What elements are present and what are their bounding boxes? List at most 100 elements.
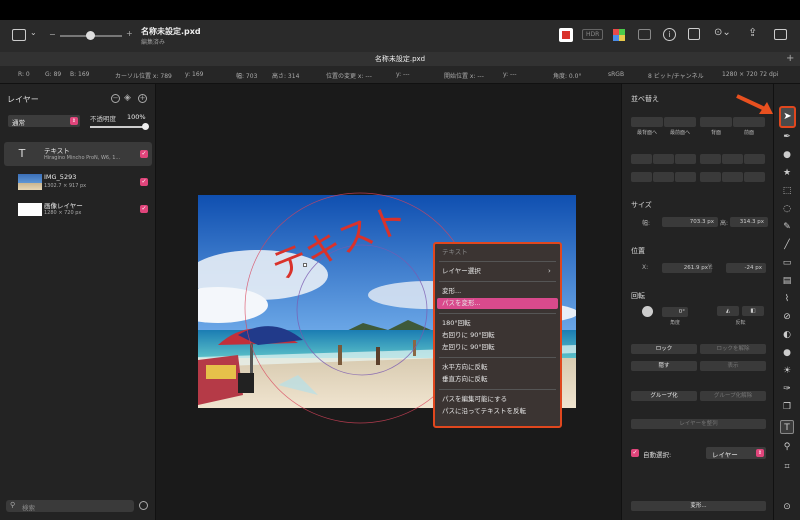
export-icon[interactable] [688,28,700,40]
distribute-6-button[interactable] [744,172,765,182]
height-field[interactable]: 314.3 px [730,217,768,227]
menu-item-select-layer[interactable]: レイヤー選択 [437,266,558,277]
distribute-5-button[interactable] [722,172,743,182]
zoom-slider[interactable] [60,31,122,40]
filter-icon[interactable] [139,501,148,510]
info-icon[interactable]: i [663,28,676,41]
sidebar-toggle-icon[interactable] [12,29,26,41]
opacity-slider[interactable] [90,123,149,130]
layer-row-text[interactable]: T テキスト Hiragino Mincho ProN, W6, 1... ✓ [4,142,152,166]
align-center-v-button[interactable] [722,154,743,164]
align-right-button[interactable] [675,154,696,164]
select-arrows-icon: ⇕ [70,117,78,125]
rotation-dial[interactable] [642,306,653,317]
color-grid-icon[interactable] [613,29,625,41]
distribute-4-button[interactable] [700,172,721,182]
distribute-2-button[interactable] [653,172,674,182]
flip-horizontal-button[interactable]: ◭ [717,306,739,316]
auto-select-dropdown[interactable]: レイヤー ⇕ [706,447,766,459]
more-tools-icon[interactable]: ⊙ [780,500,794,514]
brush-tool-icon[interactable]: ✎ [780,220,794,234]
text-tool-icon[interactable]: T [780,420,794,434]
layers-tool-icon[interactable]: ❐ [780,400,794,414]
search-icon: ⚲ [10,501,16,509]
remove-layer-icon[interactable]: − [111,94,120,103]
lock-button[interactable]: ロック [631,344,697,354]
y-field[interactable]: -24 px [726,263,766,273]
bandage-tool-icon[interactable]: ⊘ [780,310,794,324]
blur-tool-icon[interactable]: ● [780,346,794,360]
sun-tool-icon[interactable]: ☀ [780,364,794,378]
menu-item-rotate-ccw[interactable]: 左回りに 90°回転 [437,342,558,353]
x-field[interactable]: 261.9 px [662,263,712,273]
width-field[interactable]: 703.3 px [662,217,718,227]
crop-tool-icon[interactable]: ⌗ [780,460,794,474]
bring-to-front-button[interactable] [664,117,696,127]
align-layers-button[interactable]: レイヤーを整列 [631,419,766,429]
distribute-1-button[interactable] [631,172,652,182]
angle-field[interactable]: 0° [662,307,688,317]
show-button[interactable]: 表示 [700,361,766,371]
auto-select-checkbox[interactable]: ✓ [631,449,639,457]
align-top-button[interactable] [700,154,721,164]
menu-item-reverse-text-on-path[interactable]: パスに沿ってテキストを反転 [437,406,558,417]
send-to-back-button[interactable] [631,117,663,127]
new-tab-button[interactable]: + [786,53,794,65]
hide-button[interactable]: 隠す [631,361,697,371]
align-center-h-button[interactable] [653,154,674,164]
lasso-tool-icon[interactable]: ◌ [780,202,794,216]
chevron-down-icon[interactable]: ⌄ [30,28,37,37]
shape-tool-icon[interactable]: ● [780,148,794,162]
layer-row-image[interactable]: IMG_5293 1302.7 × 917 px ✓ [4,170,152,194]
gradient-tool-icon[interactable]: ▤ [780,274,794,288]
info-cursor-y: y: 169 [185,71,204,78]
document-tab[interactable]: 名称未設定.pxd [0,52,800,66]
star-tool-icon[interactable]: ★ [780,166,794,180]
menu-item-flip-horizontal[interactable]: 水平方向に反転 [437,362,558,373]
unlock-button[interactable]: ロックを解除 [700,344,766,354]
hdr-button[interactable]: HDR [582,29,604,40]
add-layer-icon[interactable]: + [138,94,147,103]
menu-item-rotate-180[interactable]: 180°回転 [437,318,558,329]
zoom-slider-knob[interactable] [86,31,95,40]
align-left-button[interactable] [631,154,652,164]
ungroup-button[interactable]: グループ化解除 [700,391,766,401]
menu-item-transform[interactable]: 変形... [437,286,558,297]
menu-item-flip-vertical[interactable]: 垂直方向に反転 [437,374,558,385]
send-backward-button[interactable] [700,117,732,127]
image-icon[interactable] [638,29,651,40]
zoom-in-icon[interactable]: + [126,29,133,38]
clone-tool-icon[interactable]: ⌇ [780,292,794,306]
inspector-toggle-icon[interactable] [774,29,787,40]
selection-tool-icon[interactable]: ⬚ [780,184,794,198]
layer-search-field[interactable]: ⚲ 検索 [6,500,134,512]
blend-mode-select[interactable]: 通常 ⇕ [8,115,80,127]
menu-item-transform-path[interactable]: パスを変形... [437,298,558,309]
pencil-tool-icon[interactable]: ╱ [780,238,794,252]
layers-stack-icon[interactable]: ◈ [124,93,131,103]
layer-visibility-checkbox[interactable]: ✓ [140,178,148,186]
layer-visibility-checkbox[interactable]: ✓ [140,205,148,213]
eraser-tool-icon[interactable]: ▭ [780,256,794,270]
align-bottom-button[interactable] [744,154,765,164]
selection-handle[interactable] [303,263,307,267]
opacity-slider-knob[interactable] [142,123,149,130]
distribute-3-button[interactable] [675,172,696,182]
flip-vertical-button[interactable]: ◧ [742,306,764,316]
more-icon[interactable]: ⊙⌄ [714,27,731,38]
vector-pen-tool-icon[interactable]: ✑ [780,382,794,396]
menu-item-editable-path[interactable]: パスを編集可能にする [437,394,558,405]
layer-visibility-checkbox[interactable]: ✓ [140,150,148,158]
share-icon[interactable]: ⇪ [748,26,757,39]
color-swatch-icon[interactable] [559,28,573,42]
group-button[interactable]: グループ化 [631,391,697,401]
retouch-tool-icon[interactable]: ◐ [780,328,794,342]
zoom-tool-icon[interactable]: ⚲ [780,440,794,454]
layer-row-image-layer[interactable]: 画像レイヤー 1280 × 720 px ✓ [4,197,152,221]
bring-forward-button[interactable] [733,117,765,127]
zoom-out-icon[interactable]: − [49,30,56,39]
arrange-tool-icon[interactable]: ➤ [779,106,796,128]
menu-item-rotate-cw[interactable]: 右回りに 90°回転 [437,330,558,341]
pen-tool-icon[interactable]: ✒ [780,130,794,144]
transform-button[interactable]: 変形... [631,501,766,511]
